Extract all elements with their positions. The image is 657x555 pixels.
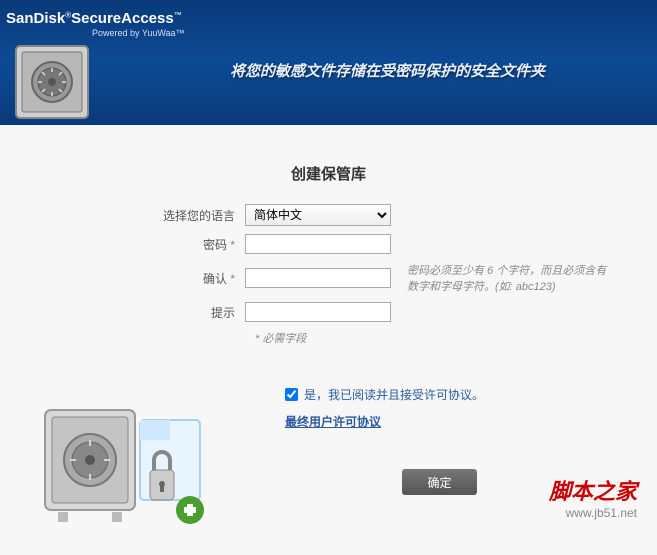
hint-input[interactable] <box>245 302 391 322</box>
agree-checkbox[interactable] <box>285 388 298 401</box>
ok-button[interactable]: 确定 <box>402 469 477 495</box>
brand-logo: SanDisk®SecureAccess™ <box>6 10 182 27</box>
required-star-icon: * <box>230 238 235 252</box>
brand-suffix: SecureAccess <box>71 10 174 27</box>
watermark: 脚本之家 www.jb51.net <box>549 474 637 520</box>
confirm-input[interactable] <box>245 268 391 288</box>
header-tagline: 将您的敏感文件存储在受密码保护的安全文件夹 <box>230 60 545 81</box>
page-title: 创建保管库 <box>40 163 617 184</box>
plus-icon <box>176 496 204 524</box>
agreement-row: 是，我已阅读并且接受许可协议。 <box>285 386 617 403</box>
language-select[interactable]: 简体中文 <box>245 204 391 226</box>
hint-label: 提示 <box>40 304 245 321</box>
confirm-row: 确认 * 密码必须至少有 6 个字符，而且必须含有数字和字母字符。(如: abc… <box>40 262 617 294</box>
hint-row: 提示 <box>40 302 617 322</box>
confirm-label: 确认 * <box>40 270 245 287</box>
vault-icon <box>12 42 92 122</box>
app-header: SanDisk®SecureAccess™ Powered by YuuWaa™… <box>0 0 657 125</box>
password-input[interactable] <box>245 234 391 254</box>
powered-by-text: Powered by YuuWaa™ <box>92 28 185 38</box>
password-rule-hint: 密码必须至少有 6 个字符，而且必须含有数字和字母字符。(如: abc123) <box>395 262 617 294</box>
trademark-icon: ™ <box>174 10 182 19</box>
password-row: 密码 * <box>40 234 617 254</box>
agree-label: 是，我已阅读并且接受许可协议。 <box>304 386 484 403</box>
language-row: 选择您的语言 简体中文 <box>40 204 617 226</box>
vault-illustration <box>40 390 220 530</box>
required-note: * 必需字段 <box>255 330 617 346</box>
watermark-site-name: 脚本之家 <box>549 474 637 506</box>
language-label: 选择您的语言 <box>40 207 245 224</box>
eula-link[interactable]: 最终用户许可协议 <box>285 415 381 429</box>
watermark-site-url: www.jb51.net <box>549 506 637 520</box>
required-star-icon: * <box>230 272 235 286</box>
password-label: 密码 * <box>40 236 245 253</box>
brand-prefix: SanDisk <box>6 10 65 27</box>
